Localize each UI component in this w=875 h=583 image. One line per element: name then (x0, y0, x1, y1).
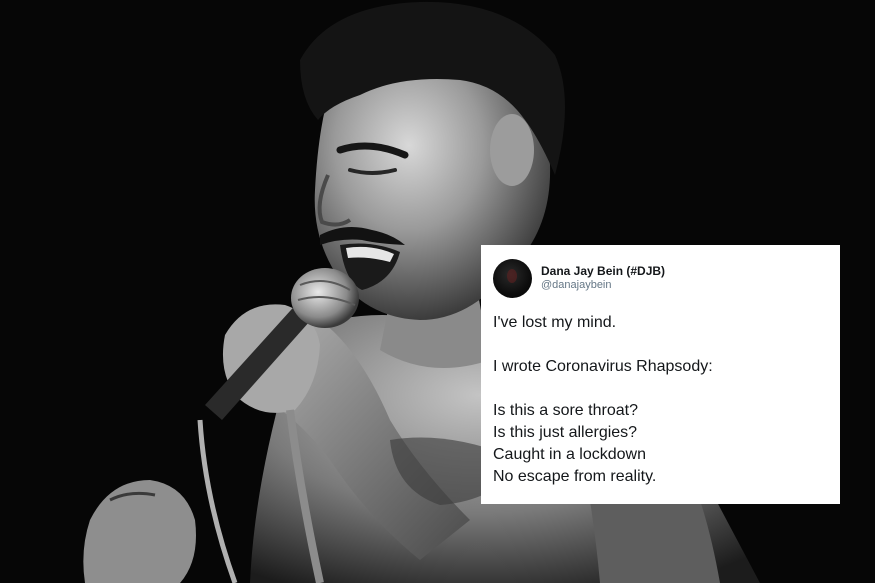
tweet-author: Dana Jay Bein (#DJB) @danajaybein (541, 264, 665, 292)
meme-image: Dana Jay Bein (#DJB) @danajaybein I've l… (0, 0, 875, 583)
tweet-line: Is this just allergies? (493, 424, 638, 441)
tweet-line: No escape from reality. (493, 468, 657, 485)
tweet-spacer (493, 378, 828, 400)
tweet-line: Caught in a lockdown (493, 446, 646, 463)
avatar[interactable] (493, 258, 532, 298)
tweet-line: Is this a sore throat? (493, 402, 638, 419)
tweet-line: I've lost my mind. (493, 314, 617, 331)
tweet-header: Dana Jay Bein (#DJB) @danajaybein (493, 255, 828, 301)
tweet-text: I've lost my mind. I wrote Coronavirus R… (493, 312, 828, 488)
tweet-card: Dana Jay Bein (#DJB) @danajaybein I've l… (481, 245, 840, 504)
user-handle[interactable]: @danajaybein (541, 279, 665, 292)
tweet-line: I wrote Coronavirus Rhapsody: (493, 358, 713, 375)
display-name[interactable]: Dana Jay Bein (#DJB) (541, 264, 665, 278)
tweet-spacer (493, 334, 828, 356)
